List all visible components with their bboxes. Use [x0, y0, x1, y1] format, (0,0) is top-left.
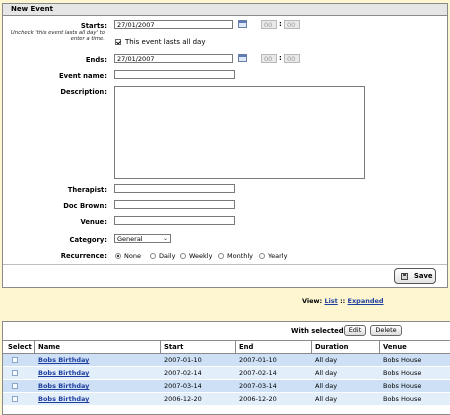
- description-textarea[interactable]: [114, 86, 365, 179]
- row-name-link[interactable]: Bobs Birthday: [38, 382, 89, 390]
- recurrence-label-yearly: Yearly: [268, 252, 288, 260]
- venue-input[interactable]: [114, 216, 235, 225]
- category-select[interactable]: General ⌄: [114, 234, 171, 243]
- with-selected-label: With selected:: [291, 327, 347, 335]
- view-expanded-link[interactable]: Expanded: [348, 297, 384, 305]
- starts-time-colon: :: [279, 20, 282, 28]
- ends-hour-input[interactable]: 00: [261, 54, 277, 63]
- table-action-bar: With selected: Edit Delete: [3, 322, 450, 341]
- save-button[interactable]: Save: [394, 268, 436, 284]
- header-select: Select: [8, 343, 32, 351]
- starts-calendar-icon[interactable]: [238, 20, 247, 28]
- row-name-link[interactable]: Bobs Birthday: [38, 356, 89, 364]
- starts-date-input[interactable]: 27/01/2007: [114, 20, 233, 29]
- allday-hint: Uncheck 'this event lasts all day' to en…: [10, 30, 105, 43]
- recurrence-radio-weekly[interactable]: [180, 253, 186, 259]
- row-end: 2006-12-20: [239, 395, 277, 403]
- panel-header: New Event: [3, 4, 447, 16]
- edit-button[interactable]: Edit: [344, 325, 366, 336]
- column-divider: [379, 341, 380, 353]
- description-label: Description:: [60, 88, 107, 96]
- row-start: 2007-02-14: [164, 369, 202, 377]
- table-row: Bobs Birthday 2007-03-14 2007-03-14 All …: [3, 380, 450, 392]
- table-row: Bobs Birthday 2007-02-14 2007-02-14 All …: [3, 367, 450, 379]
- recurrence-label: Recurrence:: [60, 252, 107, 260]
- events-table: With selected: Edit Delete Select Name S…: [2, 321, 450, 415]
- chevron-down-icon: ⌄: [162, 235, 168, 242]
- header-name[interactable]: Name: [38, 343, 60, 351]
- recurrence-label-none: None: [124, 252, 141, 260]
- panel-title: New Event: [11, 5, 53, 13]
- ends-time-colon: :: [279, 54, 282, 62]
- row-duration: All day: [315, 382, 338, 390]
- column-divider: [235, 341, 236, 353]
- recurrence-label-monthly: Monthly: [227, 252, 254, 260]
- recurrence-radio-monthly[interactable]: [218, 253, 224, 259]
- row-start: 2006-12-20: [164, 395, 202, 403]
- recurrence-label-weekly: Weekly: [189, 252, 213, 260]
- therapist-label: Therapist:: [67, 186, 107, 194]
- view-switcher: View: List :: Expanded: [302, 297, 384, 305]
- header-end[interactable]: End: [239, 343, 253, 351]
- row-name-link[interactable]: Bobs Birthday: [38, 395, 89, 403]
- view-separator: ::: [340, 297, 346, 305]
- row-duration: All day: [315, 395, 338, 403]
- ends-label: Ends:: [85, 56, 107, 64]
- row-select-checkbox[interactable]: [12, 383, 18, 389]
- therapist-input[interactable]: [114, 184, 235, 193]
- recurrence-radio-none[interactable]: [115, 253, 121, 259]
- header-venue[interactable]: Venue: [383, 343, 407, 351]
- row-start: 2007-01-10: [164, 356, 202, 364]
- starts-minute-input[interactable]: 00: [284, 20, 300, 29]
- header-start[interactable]: Start: [164, 343, 183, 351]
- row-venue: Bobs House: [383, 382, 422, 390]
- recurrence-label-daily: Daily: [159, 252, 176, 260]
- row-end: 2007-02-14: [239, 369, 277, 377]
- column-divider: [311, 341, 312, 353]
- category-label: Category:: [69, 236, 107, 244]
- column-divider: [160, 341, 161, 353]
- view-list-link[interactable]: List: [324, 297, 337, 305]
- row-select-checkbox[interactable]: [12, 370, 18, 376]
- row-select-checkbox[interactable]: [12, 396, 18, 402]
- row-duration: All day: [315, 356, 338, 364]
- ends-calendar-icon[interactable]: [238, 54, 247, 62]
- row-select-checkbox[interactable]: [12, 357, 18, 363]
- row-end: 2007-03-14: [239, 382, 277, 390]
- venue-label: Venue:: [80, 218, 107, 226]
- row-venue: Bobs House: [383, 356, 422, 364]
- event-name-label: Event name:: [59, 72, 107, 80]
- starts-hour-input[interactable]: 00: [261, 20, 277, 29]
- row-duration: All day: [315, 369, 338, 377]
- row-start: 2007-03-14: [164, 382, 202, 390]
- doc-brown-input[interactable]: [114, 200, 235, 209]
- ends-minute-input[interactable]: 00: [284, 54, 300, 63]
- view-prefix: View:: [302, 297, 323, 305]
- table-row: Bobs Birthday 2007-01-10 2007-01-10 All …: [3, 354, 450, 366]
- header-duration[interactable]: Duration: [315, 343, 349, 351]
- recurrence-radio-daily[interactable]: [150, 253, 156, 259]
- starts-label: Starts:: [80, 22, 107, 30]
- panel-footer-divider: [3, 264, 447, 265]
- ends-date-input[interactable]: 27/01/2007: [114, 54, 233, 63]
- allday-checkbox[interactable]: [115, 39, 121, 45]
- save-floppy-icon: [401, 273, 408, 280]
- doc-brown-label: Doc Brown:: [63, 202, 107, 210]
- category-selected-value: General: [117, 235, 143, 243]
- row-venue: Bobs House: [383, 395, 422, 403]
- save-button-label: Save: [414, 272, 433, 280]
- allday-label: This event lasts all day: [125, 38, 206, 46]
- table-row: Bobs Birthday 2006-12-20 2006-12-20 All …: [3, 393, 450, 405]
- row-end: 2007-01-10: [239, 356, 277, 364]
- table-header-row: Select Name Start End Duration Venue: [3, 341, 450, 354]
- recurrence-radio-yearly[interactable]: [259, 253, 265, 259]
- row-name-link[interactable]: Bobs Birthday: [38, 369, 89, 377]
- event-name-input[interactable]: [114, 70, 235, 79]
- row-venue: Bobs House: [383, 369, 422, 377]
- new-event-panel: New Event Starts: 27/01/2007 00 : 00 Unc…: [2, 3, 448, 288]
- column-divider: [34, 341, 35, 353]
- delete-button[interactable]: Delete: [370, 325, 402, 336]
